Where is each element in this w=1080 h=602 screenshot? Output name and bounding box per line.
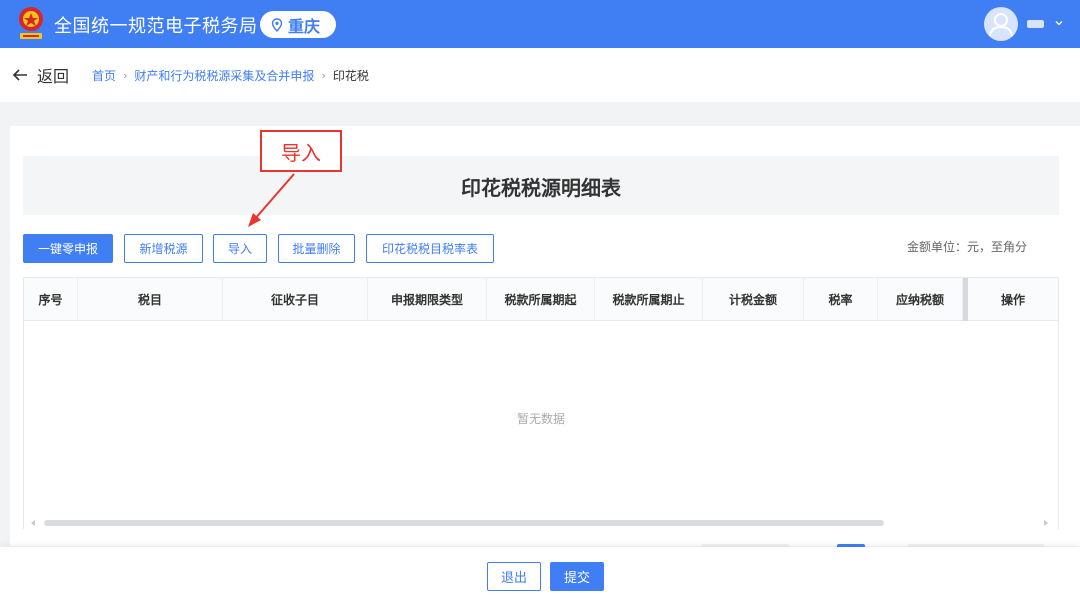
- column-header-tax-base: 计税金额: [703, 278, 804, 321]
- app-title: 全国统一规范电子税务局: [54, 16, 258, 37]
- user-name-redacted[interactable]: [1027, 20, 1044, 28]
- submit-button[interactable]: 提交: [550, 562, 604, 591]
- zero-report-button[interactable]: 一键零申报: [23, 234, 113, 263]
- scroll-right-icon[interactable]: [1042, 519, 1050, 527]
- amount-unit-note: 金额单位：元，至角分: [907, 240, 1028, 254]
- horizontal-scrollbar[interactable]: [24, 517, 1058, 529]
- import-button[interactable]: 导入: [213, 234, 267, 263]
- region-selector[interactable]: 重庆: [260, 11, 336, 38]
- breadcrumb-separator-icon: ›: [123, 69, 128, 82]
- column-header-period-end: 税款所属期止: [595, 278, 703, 321]
- breadcrumb-home[interactable]: 首页: [92, 67, 116, 84]
- breadcrumb-property-tax[interactable]: 财产和行为税税源采集及合并申报: [134, 67, 314, 84]
- tax-source-table: 序号 税目 征收子目 申报期限类型 税款所属期起 税款所属期止 计税金额 税率 …: [23, 277, 1059, 529]
- exit-button[interactable]: 退出: [487, 562, 541, 591]
- back-button[interactable]: 返回: [11, 63, 69, 87]
- table-title-band: 印花税税源明细表: [23, 156, 1059, 215]
- tax-rate-table-button[interactable]: 印花税税目税率表: [366, 234, 494, 263]
- user-avatar[interactable]: [984, 7, 1018, 41]
- scroll-left-icon[interactable]: [29, 519, 37, 527]
- column-header-actions: 操作: [1000, 293, 1025, 307]
- empty-state-text: 暂无数据: [516, 412, 565, 426]
- back-label: 返回: [37, 67, 70, 86]
- top-header: 全国统一规范电子税务局 重庆: [0, 0, 1080, 48]
- batch-delete-button[interactable]: 批量删除: [278, 234, 355, 263]
- tax-emblem-logo: [19, 7, 43, 39]
- column-header-tax-item: 税目: [78, 278, 223, 321]
- column-header-period-start: 税款所属期起: [487, 278, 595, 321]
- column-header-tax-rate: 税率: [804, 278, 878, 321]
- region-label: 重庆: [288, 16, 321, 36]
- breadcrumb-separator-icon: ›: [321, 69, 326, 82]
- arrow-left-icon: [12, 69, 27, 81]
- breadcrumb-bar: 返回 首页 › 财产和行为税税源采集及合并申报 › 印花税: [0, 48, 1080, 102]
- scrollbar-thumb[interactable]: [44, 520, 884, 526]
- annotation-arrow-icon: [248, 173, 295, 227]
- column-header-sub-item: 征收子目: [223, 278, 368, 321]
- table-header: 序号 税目 征收子目 申报期限类型 税款所属期起 税款所属期止 计税金额 税率 …: [24, 278, 1058, 321]
- import-annotation-callout: 导入: [260, 130, 342, 172]
- breadcrumb: 首页 › 财产和行为税税源采集及合并申报 › 印花税: [92, 67, 369, 84]
- location-pin-icon: [271, 17, 283, 32]
- column-header-index: 序号: [24, 278, 78, 321]
- footer-bar: 退出 提交: [0, 547, 1080, 602]
- column-header-tax-payable: 应纳税额: [878, 278, 963, 321]
- page-title: 印花税税源明细表: [461, 176, 621, 200]
- add-tax-source-button[interactable]: 新增税源: [124, 234, 203, 263]
- user-icon: [989, 13, 1013, 37]
- breadcrumb-current: 印花税: [332, 69, 369, 83]
- column-header-period-type: 申报期限类型: [368, 278, 487, 321]
- chevron-down-icon[interactable]: [1054, 18, 1064, 28]
